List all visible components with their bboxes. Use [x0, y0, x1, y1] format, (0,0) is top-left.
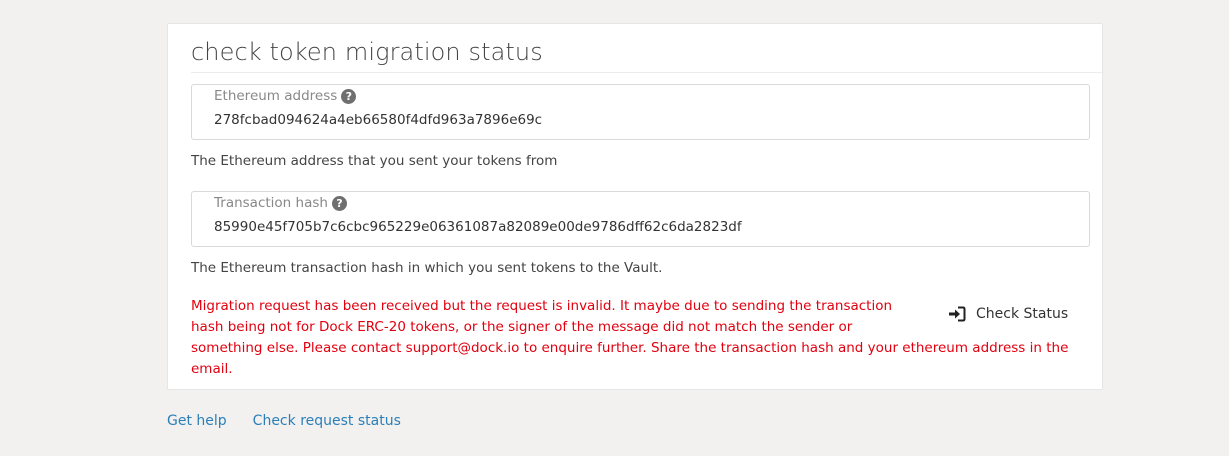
error-line: email. [191, 361, 233, 377]
question-circle-icon[interactable]: ? [331, 195, 347, 211]
check-status-label: Check Status [976, 306, 1069, 322]
question-circle-icon[interactable]: ? [341, 88, 357, 104]
ethereum-address-label: Ethereum address [214, 88, 338, 104]
migration-status-card: check token migration status Ethereum ad… [167, 23, 1104, 390]
check-status-button[interactable]: Check Status [948, 302, 1068, 326]
sign-in-icon [949, 306, 966, 322]
transaction-hash-field[interactable]: Transaction hash ? 85990e45f705b7c6cbc96… [191, 191, 1090, 247]
check-request-status-link[interactable]: Check request status [253, 413, 401, 429]
footer-links: Get help Check request status [167, 413, 401, 429]
get-help-link[interactable]: Get help [167, 413, 227, 429]
transaction-hash-hint: The Ethereum transaction hash in which y… [191, 260, 663, 276]
title-divider [191, 72, 1104, 73]
ethereum-address-field[interactable]: Ethereum address ? 278fcbad094624a4eb665… [191, 84, 1090, 140]
card-title: check token migration status [191, 38, 543, 66]
ethereum-address-label-row: Ethereum address ? [214, 88, 357, 104]
error-line: something else. Please contact support@d… [191, 340, 1069, 356]
ethereum-address-value[interactable]: 278fcbad094624a4eb66580f4dfd963a7896e69c [214, 112, 542, 128]
transaction-hash-label: Transaction hash [214, 195, 328, 211]
transaction-hash-label-row: Transaction hash ? [214, 195, 347, 211]
ethereum-address-hint: The Ethereum address that you sent your … [191, 153, 558, 169]
transaction-hash-value[interactable]: 85990e45f705b7c6cbc965229e06361087a82089… [214, 219, 742, 235]
